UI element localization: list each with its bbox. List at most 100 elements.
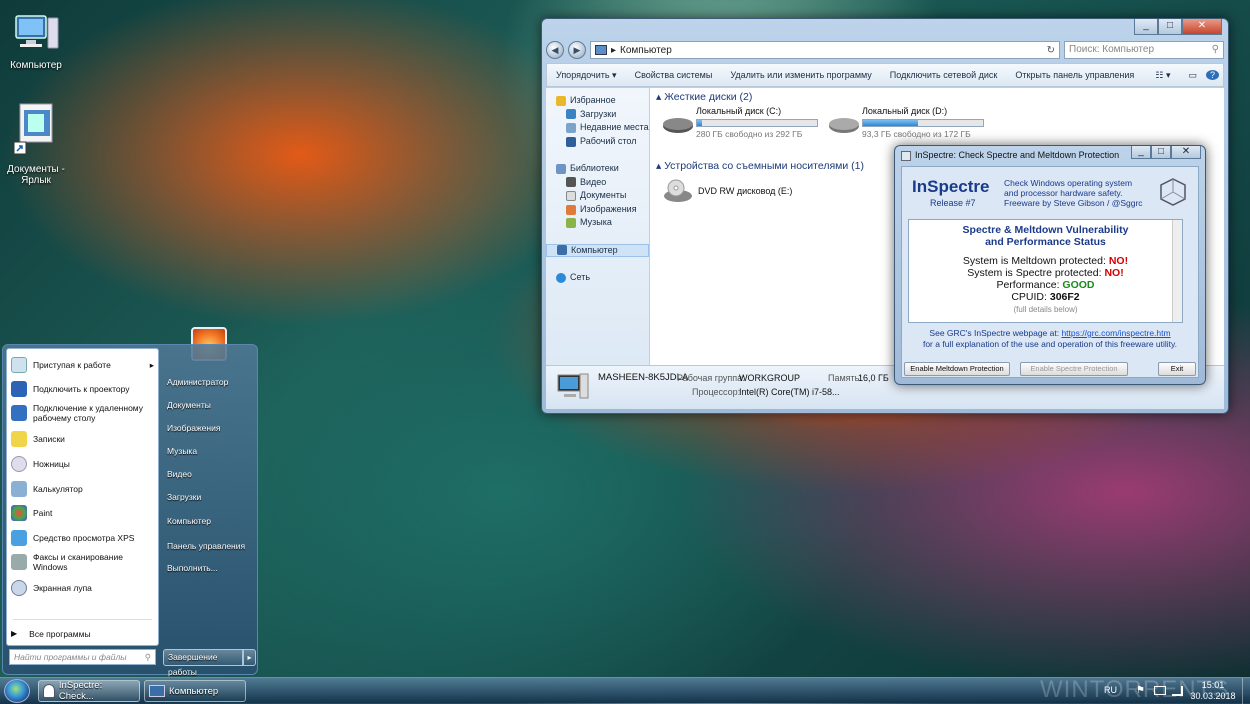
getting-started-icon (11, 357, 27, 373)
workgroup-value: WORKGROUP (739, 373, 801, 383)
show-desktop-button[interactable] (1242, 678, 1250, 704)
nav-video[interactable]: Видео (546, 176, 649, 190)
right-item-control-panel[interactable]: Панель управления (167, 541, 245, 551)
right-item-video[interactable]: Видео (167, 469, 192, 479)
flag-icon[interactable]: ⚑ (1136, 685, 1145, 696)
minimize-button[interactable]: _ (1131, 146, 1151, 159)
toolbar-system-properties[interactable]: Свойства системы (626, 70, 722, 80)
program-calculator[interactable]: Калькулятор (11, 481, 154, 497)
program-remote-desktop[interactable]: Подключение к удаленному рабочему столу (11, 403, 154, 423)
scissors-icon (11, 456, 27, 472)
toolbar-organize[interactable]: Упорядочить ▾ (547, 70, 626, 81)
shutdown-options-button[interactable]: ▸ (243, 649, 256, 666)
toolbar-uninstall[interactable]: Удалить или изменить программу (721, 70, 880, 80)
program-xps-viewer[interactable]: Средство просмотра XPS (11, 530, 154, 546)
program-paint[interactable]: Paint (11, 505, 154, 521)
group-removable-devices[interactable]: ▴ Устройства со съемными носителями (1) (656, 160, 864, 172)
taskbar-button-inspectre[interactable]: InSpectre: Check... (38, 680, 140, 702)
desktop-icon-computer[interactable]: Компьютер (0, 12, 72, 71)
submenu-arrow-icon: ▸ (149, 360, 154, 370)
window-caption-buttons: _ □ ✕ (1134, 19, 1222, 35)
right-item-computer[interactable]: Компьютер (167, 516, 211, 526)
taskbar: InSpectre: Check... Компьютер WINTORRENT… (0, 676, 1250, 704)
taskbar-button-computer[interactable]: Компьютер (144, 680, 246, 702)
help-icon[interactable]: ? (1205, 70, 1219, 80)
close-button[interactable]: ✕ (1182, 19, 1222, 35)
toolbar-map-network-drive[interactable]: Подключить сетевой диск (881, 70, 1007, 80)
shutdown-button[interactable]: Завершение работы (163, 649, 243, 677)
start-button[interactable] (4, 679, 30, 703)
right-item-administrator[interactable]: Администратор (167, 377, 228, 387)
grc-link[interactable]: https://grc.com/inspectre.htm (1061, 328, 1170, 338)
program-snipping-tool[interactable]: Ножницы (11, 456, 154, 472)
pictures-icon (566, 204, 576, 215)
address-bar[interactable]: ▸ Компьютер ↻ (590, 41, 1060, 59)
back-button[interactable]: ◀ (546, 41, 564, 59)
nav-libraries[interactable]: Библиотеки (546, 162, 649, 176)
command-bar: Упорядочить ▾ Свойства системы Удалить и… (546, 63, 1224, 87)
drive-usage-bar (862, 119, 984, 127)
computer-icon (557, 373, 589, 399)
desktop-icon (566, 136, 576, 147)
maximize-button[interactable]: □ (1151, 146, 1171, 159)
close-button[interactable]: ✕ (1171, 146, 1201, 159)
nav-downloads[interactable]: Загрузки (546, 108, 649, 122)
scrollbar[interactable] (1172, 220, 1182, 322)
memory-value: 16,0 ГБ (858, 373, 889, 383)
forward-button[interactable]: ▶ (568, 41, 586, 59)
clock[interactable]: 15:01 30.03.2018 (1188, 680, 1238, 702)
search-input[interactable]: Поиск: Компьютер ⚲ (1064, 41, 1224, 59)
sticky-notes-icon (11, 431, 27, 447)
info-text: See GRC's InSpectre webpage at: https://… (922, 328, 1178, 349)
program-magnifier[interactable]: Экранная лупа (11, 580, 154, 596)
program-sticky-notes[interactable]: Записки (11, 431, 154, 447)
all-programs[interactable]: ▶ Все программы (11, 629, 154, 639)
network-tray-icon[interactable] (1172, 686, 1183, 696)
drive-d[interactable]: Локальный диск (D:) 93,3 ГБ свободно из … (828, 106, 988, 139)
exit-button[interactable]: Exit (1158, 362, 1196, 376)
nav-recent-places[interactable]: Недавние места (546, 121, 649, 135)
start-search-input[interactable]: Найти программы и файлы ⚲ (9, 649, 156, 665)
group-hard-disks[interactable]: ▴ Жесткие диски (2) (656, 91, 752, 103)
dvd-drive-icon (664, 179, 692, 202)
nav-music[interactable]: Музыка (546, 216, 649, 230)
drive-name: Локальный диск (C:) (696, 106, 782, 116)
drive-free-space: 280 ГБ свободно из 292 ГБ (696, 129, 803, 139)
desktop-icon-documents-shortcut[interactable]: Документы - Ярлык (0, 100, 72, 186)
nav-network[interactable]: Сеть (546, 271, 649, 285)
nav-favorites[interactable]: Избранное (546, 94, 649, 108)
right-item-run[interactable]: Выполнить... (167, 563, 218, 573)
computer-small-icon (595, 45, 607, 55)
language-indicator[interactable]: RU (1104, 685, 1117, 695)
view-options-icon[interactable]: ☷ ▾ (1146, 70, 1179, 81)
enable-spectre-button[interactable]: Enable Spectre Protection (1020, 362, 1128, 376)
program-projector[interactable]: Подключить к проектору (11, 381, 154, 397)
right-item-pictures[interactable]: Изображения (167, 423, 220, 433)
enable-meltdown-button[interactable]: Enable Meltdown Protection (904, 362, 1010, 376)
nav-documents[interactable]: Документы (546, 189, 649, 203)
nav-computer[interactable]: Компьютер (546, 243, 649, 258)
preview-pane-icon[interactable]: ▭ (1179, 70, 1206, 81)
drive-dvd-e[interactable]: DVD RW дисковод (E:) (662, 178, 862, 204)
calculator-icon (11, 481, 27, 497)
program-getting-started[interactable]: Приступая к работе ▸ (11, 357, 154, 373)
refresh-icon[interactable]: ↻ (1047, 45, 1059, 56)
right-item-music[interactable]: Музыка (167, 446, 197, 456)
memory-label: Память: (828, 373, 862, 383)
program-fax-scan[interactable]: Факсы и сканирование Windows (11, 552, 154, 572)
nav-desktop[interactable]: Рабочий стол (546, 135, 649, 149)
right-item-downloads[interactable]: Загрузки (167, 492, 201, 502)
toolbar-open-control-panel[interactable]: Открыть панель управления (1006, 70, 1143, 80)
maximize-button[interactable]: □ (1158, 19, 1182, 35)
nav-pictures[interactable]: Изображения (546, 203, 649, 217)
inspectre-app-name: InSpectre (912, 177, 990, 196)
computer-icon (12, 12, 60, 56)
breadcrumb[interactable]: Компьютер (620, 45, 672, 56)
drive-c[interactable]: Локальный диск (C:) 280 ГБ свободно из 2… (662, 106, 822, 139)
display-icon[interactable] (1154, 686, 1166, 695)
inspectre-caption-buttons: _ □ ✕ (1131, 146, 1201, 159)
paint-icon (11, 505, 27, 521)
breadcrumb-arrow-icon: ▸ (611, 44, 617, 56)
minimize-button[interactable]: _ (1134, 19, 1158, 35)
right-item-documents[interactable]: Документы (167, 400, 211, 410)
